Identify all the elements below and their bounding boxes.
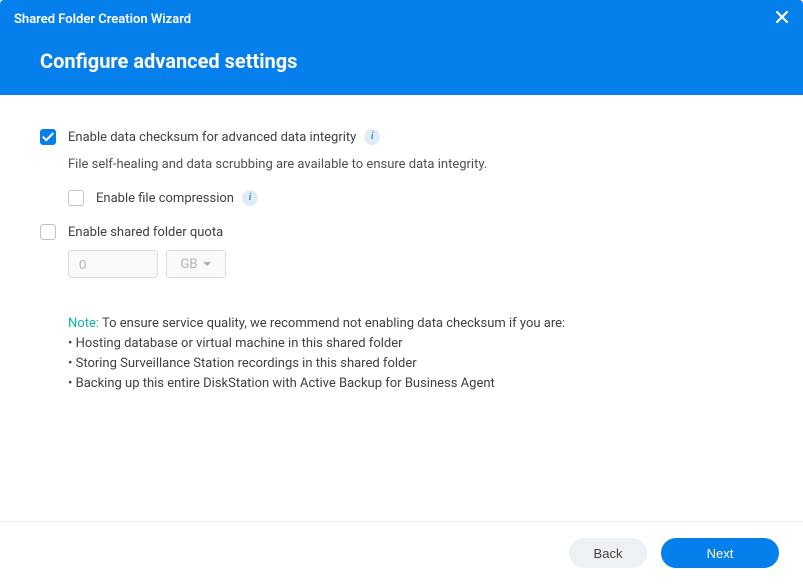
wizard-footer: Back Next — [0, 521, 803, 584]
wizard-header: Shared Folder Creation Wizard Configure … — [0, 0, 803, 95]
option-checksum: Enable data checksum for advanced data i… — [40, 129, 763, 145]
info-icon[interactable]: i — [364, 129, 380, 145]
wizard-dialog: Shared Folder Creation Wizard Configure … — [0, 0, 803, 584]
note-intro-line: Note: To ensure service quality, we reco… — [68, 314, 763, 334]
note-intro: To ensure service quality, we recommend … — [99, 316, 565, 331]
checksum-label: Enable data checksum for advanced data i… — [68, 130, 356, 145]
back-button[interactable]: Back — [569, 538, 647, 568]
checkbox-compression[interactable] — [68, 190, 84, 206]
checkbox-checksum[interactable] — [40, 129, 56, 145]
window-title: Shared Folder Creation Wizard — [14, 8, 789, 49]
note-label: Note: — [68, 316, 99, 331]
wizard-content: Enable data checksum for advanced data i… — [0, 95, 803, 521]
page-title: Configure advanced settings — [14, 49, 789, 73]
note-block: Note: To ensure service quality, we reco… — [40, 314, 763, 395]
note-item: • Storing Surveillance Station recording… — [68, 354, 763, 374]
quota-unit-label: GB — [181, 257, 198, 272]
option-quota: Enable shared folder quota — [40, 224, 763, 240]
note-item: • Hosting database or virtual machine in… — [68, 334, 763, 354]
info-icon[interactable]: i — [242, 190, 258, 206]
next-button[interactable]: Next — [661, 538, 779, 568]
quota-inputs: GB — [40, 250, 763, 278]
quota-value-input[interactable] — [68, 250, 158, 278]
checkbox-quota[interactable] — [40, 224, 56, 240]
close-icon — [775, 10, 789, 24]
quota-label: Enable shared folder quota — [68, 225, 223, 240]
checksum-description: File self-healing and data scrubbing are… — [40, 157, 763, 172]
note-item: • Backing up this entire DiskStation wit… — [68, 374, 763, 394]
quota-unit-select[interactable]: GB — [166, 250, 226, 278]
option-compression: Enable file compression i — [40, 190, 763, 206]
close-button[interactable] — [775, 10, 789, 28]
chevron-down-icon — [203, 262, 211, 266]
compression-label: Enable file compression — [96, 191, 234, 206]
